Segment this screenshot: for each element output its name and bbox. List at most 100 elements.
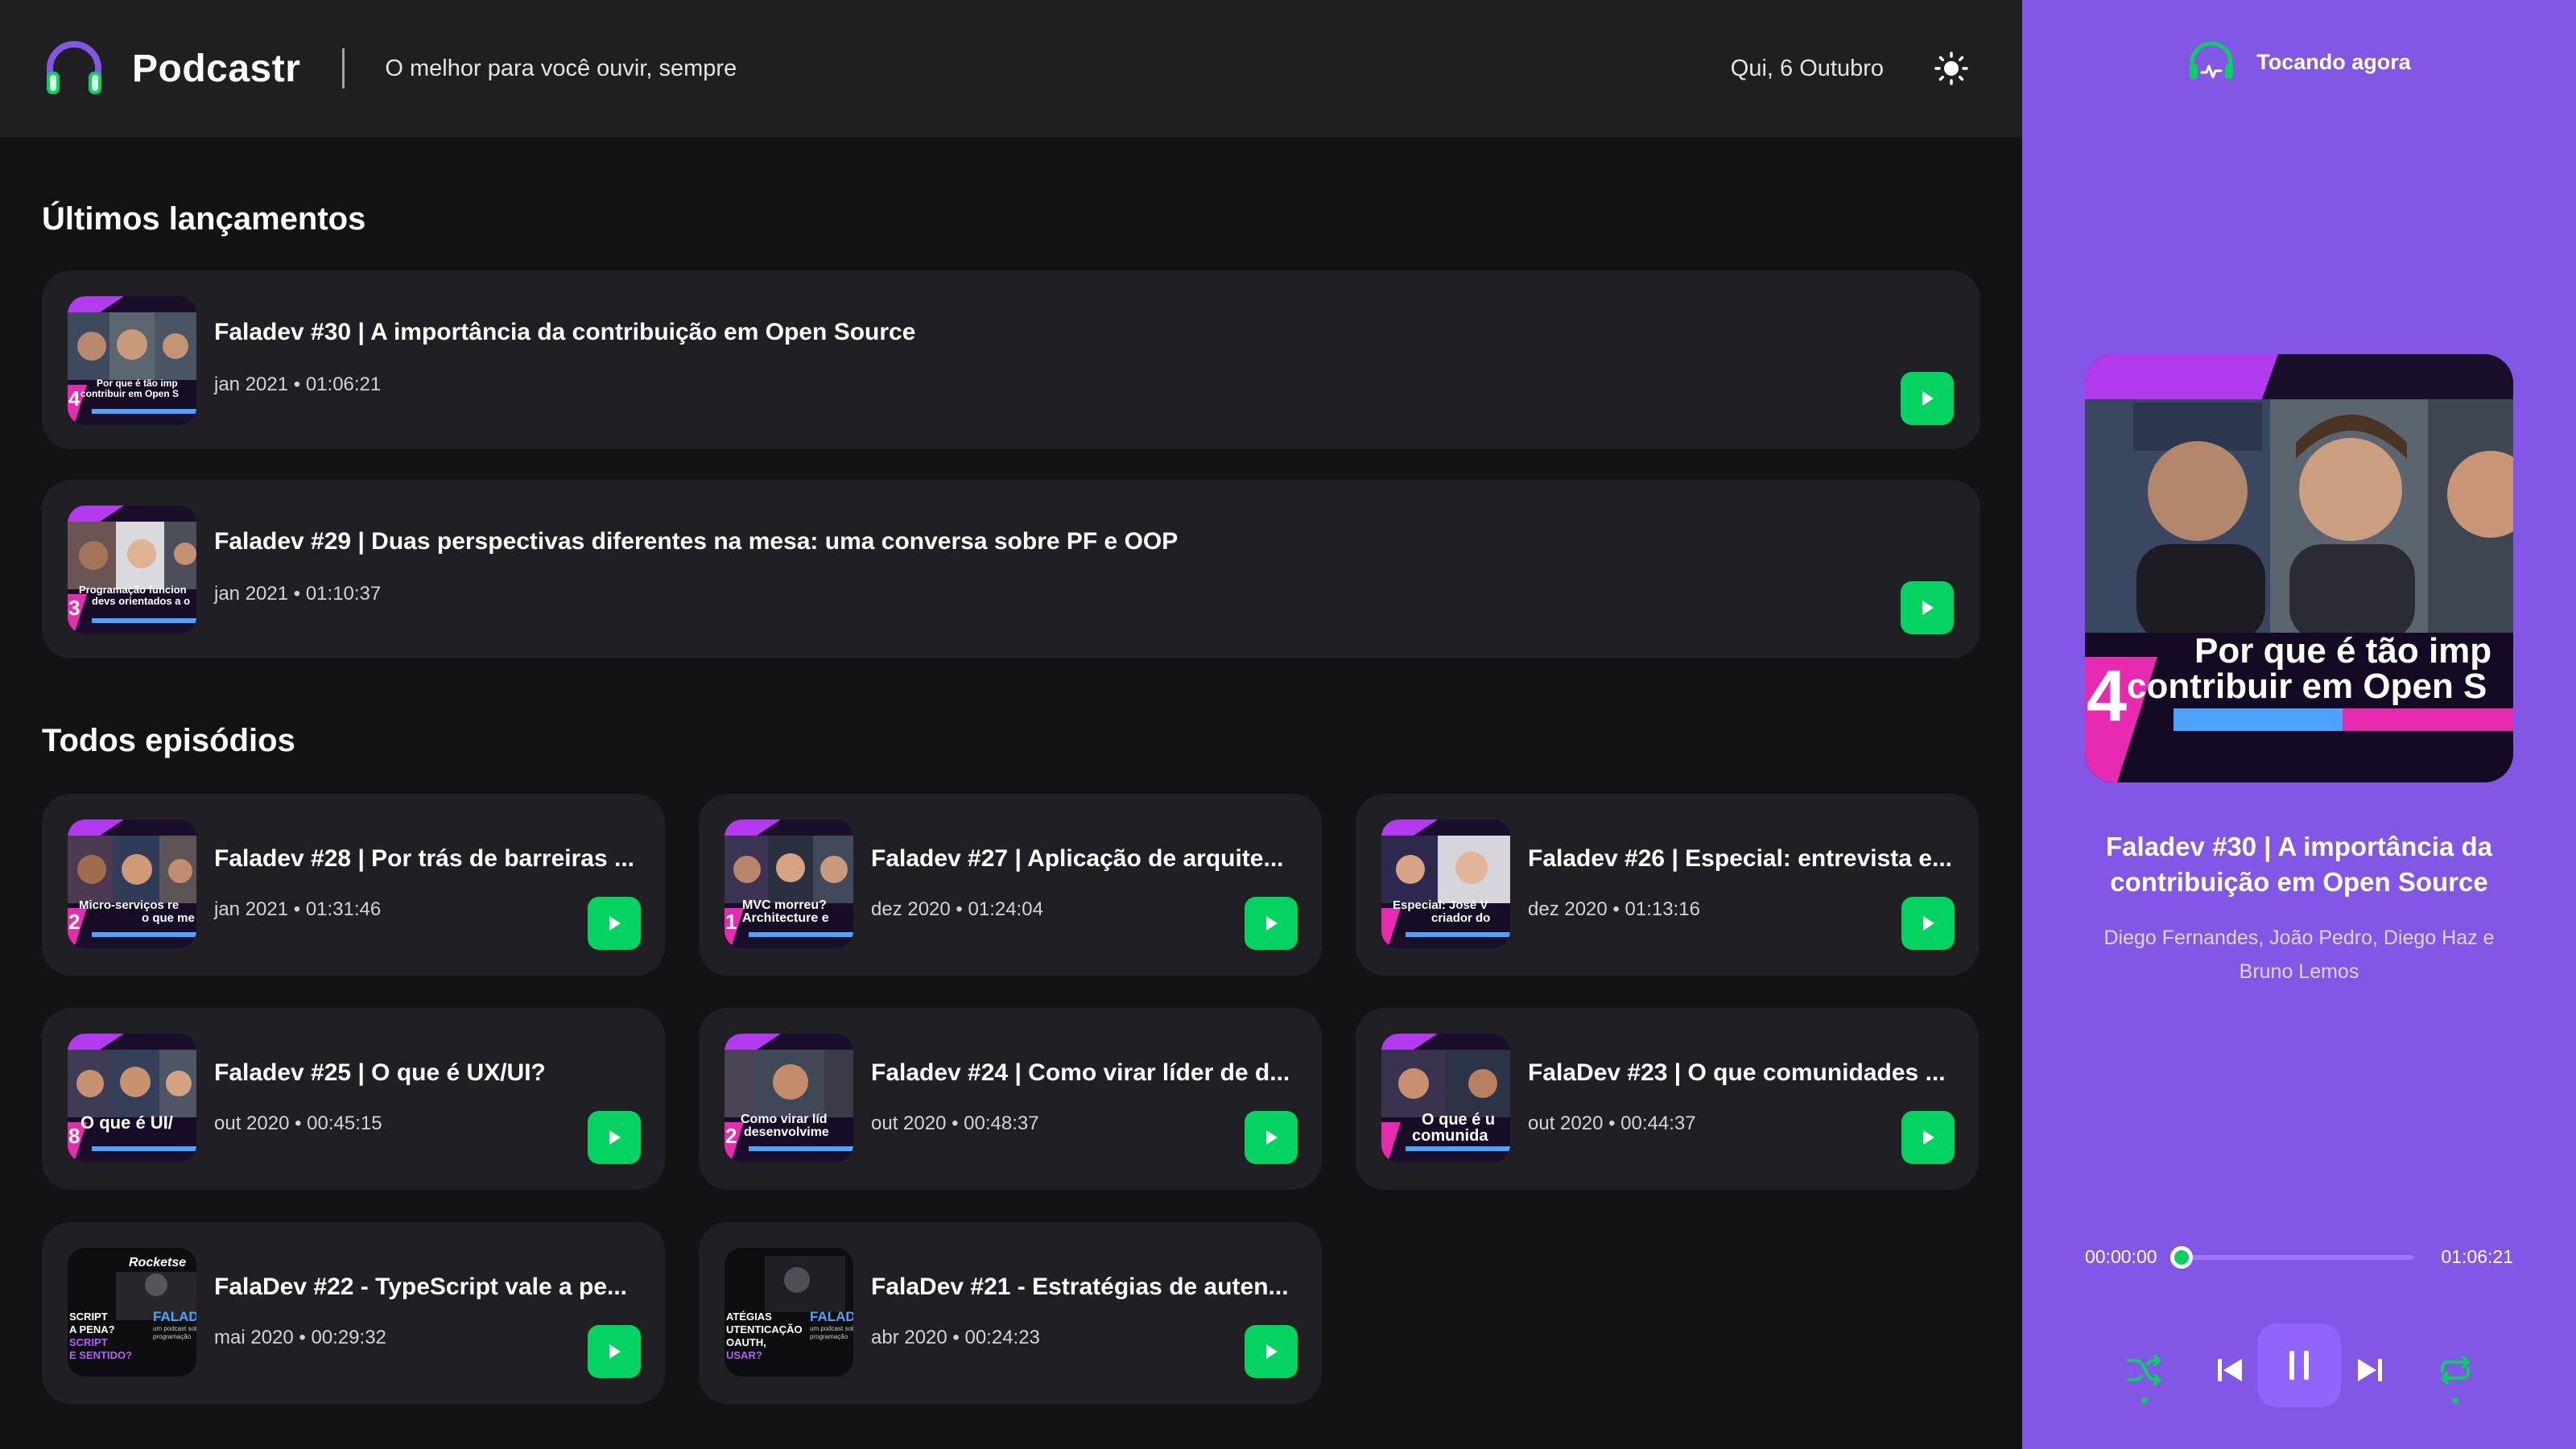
- thumbnail-caption: devs orientados a o: [92, 595, 191, 607]
- episode-card[interactable]: Como virar líd desenvolvime 2 Faladev #2…: [699, 1008, 1322, 1190]
- play-button[interactable]: [1901, 581, 1954, 634]
- play-icon: [609, 1344, 621, 1359]
- episode-thumbnail: Por que é tão imp contribuir em Open S 4: [68, 296, 196, 425]
- episode-card[interactable]: O que é UI/ 8 Faladev #25 | O que é UX/U…: [42, 1008, 665, 1190]
- episode-title-link[interactable]: FalaDev #23 | O que comunidades ...: [1528, 1059, 1958, 1087]
- next-button[interactable]: [2347, 1346, 2392, 1394]
- app-header: Podcastr O melhor para você ouvir, sempr…: [0, 0, 2022, 137]
- cover-number: 4: [2087, 656, 2128, 737]
- episode-title-link[interactable]: FalaDev #21 - Estratégias de auten...: [871, 1274, 1301, 1301]
- progress-row: 00:00:00 01:06:21: [2085, 1245, 2513, 1269]
- latest-episode-card[interactable]: Por que é tão imp contribuir em Open S 4…: [42, 270, 1980, 449]
- thumbnail-number: 2: [68, 910, 80, 934]
- repeat-icon: [2441, 1356, 2470, 1385]
- thumbnail-caption: UTENTICAÇÃO: [726, 1323, 803, 1335]
- thumbnail-caption: USAR?: [726, 1349, 762, 1361]
- thumbnail-caption: Especial: José V: [1393, 898, 1488, 912]
- episode-title-link[interactable]: Faladev #29 | Duas perspectivas diferent…: [214, 528, 1905, 555]
- thumbnail-caption: SCRIPT: [69, 1336, 108, 1348]
- episode-card[interactable]: ATÉGIAS UTENTICAÇÃO OAUTH, USAR? FALAD u…: [699, 1222, 1322, 1404]
- shuffle-icon: [2127, 1355, 2161, 1385]
- theme-toggle-button[interactable]: [1930, 47, 1972, 89]
- now-playing-title: Faladev #30 | A importância da contribui…: [2106, 832, 2492, 897]
- cover-caption: contribuir em Open S: [2127, 667, 2487, 706]
- episode-title-link[interactable]: Faladev #28 | Por trás de barreiras ...: [214, 845, 644, 873]
- play-button[interactable]: [588, 1111, 641, 1164]
- playing-now-icon: [2190, 42, 2234, 79]
- play-button[interactable]: [1901, 897, 1955, 950]
- play-icon: [1922, 391, 1934, 406]
- pause-button[interactable]: [2257, 1323, 2341, 1407]
- previous-button[interactable]: [2207, 1346, 2252, 1394]
- episode-title-link[interactable]: Faladev #24 | Como virar líder de d...: [871, 1059, 1301, 1087]
- episode-card[interactable]: MVC morreu? Architecture e 1 Faladev #27…: [699, 794, 1322, 976]
- app-slogan: O melhor para você ouvir, sempre: [385, 55, 737, 81]
- thumbnail-caption: E SENTIDO?: [69, 1349, 133, 1361]
- thumbnail-number: 1: [725, 910, 737, 934]
- thumbnail-number: 8: [68, 1124, 80, 1148]
- thumbnail-brand: Rocketse: [129, 1256, 187, 1269]
- episode-meta: out 2020 • 00:48:37: [871, 1113, 1039, 1134]
- episode-meta: out 2020 • 00:44:37: [1528, 1113, 1696, 1134]
- play-button[interactable]: [1901, 1111, 1955, 1164]
- header-divider: [342, 48, 345, 89]
- episode-card[interactable]: Micro-serviços re o que me 2 Faladev #28…: [42, 794, 665, 976]
- episode-meta: abr 2020 • 00:24:23: [871, 1327, 1040, 1348]
- play-icon: [1266, 916, 1278, 931]
- episode-thumbnail: MVC morreu? Architecture e 1: [724, 819, 853, 948]
- active-indicator-dot: [2452, 1397, 2458, 1404]
- play-button[interactable]: [588, 897, 641, 950]
- episode-title-link[interactable]: FalaDev #22 - TypeScript vale a pe...: [214, 1274, 644, 1301]
- now-playing-members: Diego Fernandes, João Pedro, Diego Haz e…: [2103, 927, 2495, 983]
- play-button[interactable]: [1245, 1111, 1298, 1164]
- progress-slider[interactable]: [2169, 1245, 2414, 1269]
- thumbnail-caption: ATÉGIAS: [726, 1311, 772, 1323]
- thumbnail-small-text: programação: [153, 1333, 192, 1340]
- play-button[interactable]: [1901, 372, 1954, 425]
- episode-title-link[interactable]: Faladev #25 | O que é UX/UI?: [214, 1059, 644, 1087]
- latest-episode-card[interactable]: Programação funcion devs orientados a o …: [42, 480, 1980, 658]
- episode-meta: dez 2020 • 01:24:04: [871, 898, 1043, 920]
- episode-thumbnail: Rocketse SCRIPT A PENA? SCRIPT E SENTIDO…: [68, 1248, 196, 1377]
- player-controls: [2022, 1320, 2576, 1409]
- episode-card[interactable]: O que é u comunida FalaDev #23 | O que c…: [1356, 1008, 1979, 1190]
- episode-thumbnail: ATÉGIAS UTENTICAÇÃO OAUTH, USAR? FALAD u…: [724, 1248, 853, 1377]
- episode-title-link[interactable]: Faladev #27 | Aplicação de arquite...: [871, 845, 1301, 873]
- episode-thumbnail: Especial: José V criador do: [1381, 819, 1510, 948]
- episode-meta: jan 2021 • 01:06:21: [214, 374, 382, 395]
- current-date: Qui, 6 Outubro: [1730, 55, 1884, 81]
- thumbnail-caption: comunida: [1412, 1127, 1488, 1145]
- episode-card[interactable]: Rocketse SCRIPT A PENA? SCRIPT E SENTIDO…: [42, 1222, 665, 1404]
- headphones-icon: [42, 36, 106, 101]
- episode-thumbnail: Como virar líd desenvolvime 2: [724, 1034, 853, 1162]
- thumbnail-small-text: um podcast sobr: [153, 1325, 196, 1332]
- play-button[interactable]: [1245, 1325, 1298, 1378]
- play-button[interactable]: [588, 1325, 641, 1378]
- thumbnail-number: 4: [68, 386, 80, 411]
- all-episodes-heading: Todos episódios: [42, 723, 295, 758]
- now-playing-label: Tocando agora: [2256, 49, 2411, 74]
- thumbnail-small-text: programação: [810, 1333, 848, 1340]
- thumbnail-caption: contribuir em Open S: [80, 388, 180, 399]
- thumbnail-caption: criador do: [1431, 911, 1491, 925]
- thumbnail-caption: OAUTH,: [726, 1336, 766, 1348]
- latest-episodes-heading: Últimos lançamentos: [42, 201, 366, 237]
- main-content: Últimos lançamentos Por que é tão imp co…: [0, 137, 2022, 1449]
- thumbnail-caption: SCRIPT: [69, 1311, 108, 1323]
- repeat-button[interactable]: [2429, 1346, 2481, 1404]
- thumbnail-number: 2: [725, 1124, 737, 1148]
- episode-card[interactable]: Especial: José V criador do Faladev #26 …: [1356, 794, 1979, 976]
- duration: 01:06:21: [2441, 1246, 2513, 1267]
- current-time: 00:00:00: [2085, 1246, 2157, 1267]
- episode-thumbnail: O que é UI/ 8: [68, 1034, 196, 1162]
- thumbnail-number: 3: [68, 596, 80, 620]
- sun-icon: [1934, 52, 1968, 85]
- cover-caption: Por que é tão imp: [2194, 631, 2492, 671]
- progress-handle[interactable]: [2169, 1245, 2193, 1269]
- play-button[interactable]: [1245, 897, 1298, 950]
- episode-meta: jan 2021 • 01:31:46: [214, 898, 382, 920]
- episode-title-link[interactable]: Faladev #26 | Especial: entrevista e...: [1528, 845, 1958, 873]
- episode-title-link[interactable]: Faladev #30 | A importância da contribui…: [214, 319, 1905, 346]
- shuffle-button[interactable]: [2119, 1346, 2170, 1404]
- play-icon: [1923, 1130, 1934, 1145]
